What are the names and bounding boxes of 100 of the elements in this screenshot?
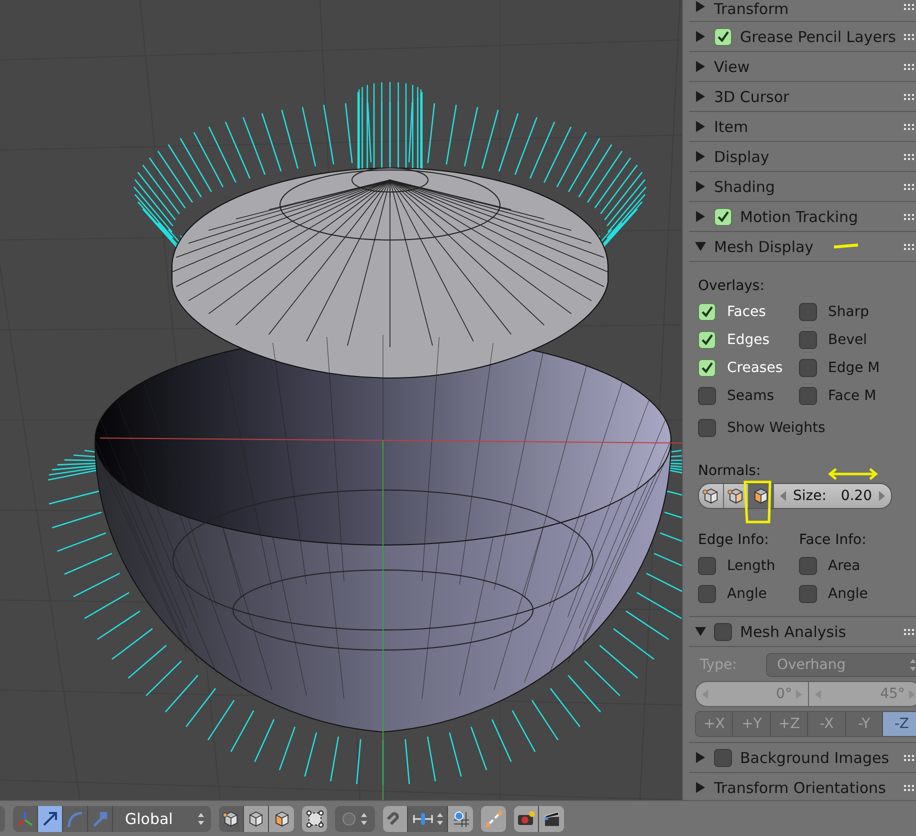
checkbox[interactable]: [698, 585, 716, 603]
panel-title[interactable]: Background Images: [740, 748, 896, 766]
double-arrow: [826, 466, 880, 482]
triangle-right-icon[interactable]: [695, 91, 706, 102]
circle-icon: [340, 810, 370, 828]
checkbox[interactable]: [698, 331, 716, 349]
highlight-stroke: [832, 242, 860, 250]
triangle-down-icon[interactable]: [695, 241, 706, 252]
checkbox[interactable]: [799, 303, 817, 321]
clapperboard-button[interactable]: [539, 806, 564, 832]
grip-icon[interactable]: [904, 154, 916, 160]
dashed-square-button[interactable]: [302, 806, 327, 832]
ruler-icon: [410, 810, 444, 828]
select-mode-button[interactable]: [244, 806, 269, 832]
checkbox-label: Angle: [727, 586, 767, 602]
checkbox[interactable]: [714, 208, 732, 226]
panel-title[interactable]: Shading: [714, 178, 896, 196]
checkbox[interactable]: [799, 387, 817, 405]
checkbox[interactable]: [799, 585, 817, 603]
section-label: Normals:: [698, 463, 761, 479]
checkbox[interactable]: [799, 359, 817, 377]
grip-icon[interactable]: [904, 34, 916, 40]
checkbox[interactable]: [714, 748, 732, 766]
checkmark-icon: [699, 360, 715, 376]
panel-title[interactable]: 3D Cursor: [714, 88, 896, 106]
checkmark-icon: [715, 28, 731, 44]
checkmark-icon: [699, 332, 715, 348]
grid-snap-button[interactable]: [448, 806, 473, 832]
arrows-button[interactable]: [481, 806, 506, 832]
type-dropdown[interactable]: Overhang: [766, 653, 916, 677]
up-down-arrows-icon: [197, 812, 205, 826]
grip-icon[interactable]: [904, 214, 916, 220]
grip-icon[interactable]: [904, 64, 916, 70]
triangle-right-icon[interactable]: [695, 1, 706, 12]
panel-title[interactable]: Display: [714, 148, 896, 166]
orientation-dropdown[interactable]: Global: [113, 806, 211, 832]
arc-icon: [66, 810, 84, 828]
checkbox[interactable]: [714, 622, 732, 640]
checkbox-label: Edges: [727, 332, 770, 348]
triangle-right-icon[interactable]: [695, 151, 706, 162]
triangle-right-icon[interactable]: [695, 61, 706, 72]
grip-icon[interactable]: [904, 94, 916, 100]
manipulator-button[interactable]: [63, 806, 88, 832]
panel-title[interactable]: Transform Orientations: [714, 778, 896, 796]
triangle-right-icon[interactable]: [695, 181, 706, 192]
manipulator-button[interactable]: [38, 806, 63, 832]
cube-icon: [272, 810, 290, 828]
checkbox-label: Faces: [727, 304, 766, 320]
checkmark-icon: [699, 304, 715, 320]
checkbox[interactable]: [698, 303, 716, 321]
grip-icon[interactable]: [904, 4, 916, 10]
checkbox[interactable]: [799, 331, 817, 349]
triangle-down-icon[interactable]: [695, 626, 706, 637]
checkbox[interactable]: [799, 557, 817, 575]
checkbox[interactable]: [698, 359, 716, 377]
triangle-right-icon[interactable]: [695, 31, 706, 42]
checkbox[interactable]: [698, 387, 716, 405]
pivot-dropdown[interactable]: [335, 806, 375, 832]
axis-button[interactable]: -Y: [846, 712, 884, 736]
section-label: Overlays:: [698, 278, 766, 294]
manipulator-button[interactable]: [88, 806, 113, 832]
axis-button[interactable]: +Y: [733, 712, 771, 736]
triangle-right-icon[interactable]: [695, 121, 706, 132]
diagonal-arrows-icon: [484, 810, 502, 828]
panel-title[interactable]: View: [714, 58, 896, 76]
grip-icon[interactable]: [904, 124, 916, 130]
checkbox-label: Sharp: [828, 304, 869, 320]
grip-icon[interactable]: [904, 784, 916, 790]
grip-icon[interactable]: [904, 184, 916, 190]
axis-button[interactable]: +Z: [770, 712, 808, 736]
checkbox[interactable]: [698, 557, 716, 575]
select-mode-button[interactable]: [219, 806, 244, 832]
checkbox-label: Bevel: [828, 332, 868, 348]
checkbox[interactable]: [714, 28, 732, 46]
checkbox-label: Edge M: [828, 360, 880, 376]
magnet-button[interactable]: [383, 806, 408, 832]
checkbox[interactable]: [698, 419, 716, 437]
snap-dropdown[interactable]: [408, 806, 448, 832]
panel-title[interactable]: Item: [714, 118, 896, 136]
triangle-right-icon[interactable]: [695, 752, 706, 763]
camera-icon: [517, 810, 535, 828]
cube-icon: [222, 810, 240, 828]
axis-button[interactable]: -Z: [883, 712, 916, 736]
section-label: Face Info:: [799, 532, 868, 548]
camera-button[interactable]: [514, 806, 539, 832]
panel-title[interactable]: Grease Pencil Layers: [740, 28, 896, 46]
panel-title[interactable]: Mesh Analysis: [740, 622, 896, 640]
axis-button[interactable]: -X: [808, 712, 846, 736]
manipulator-button[interactable]: [13, 806, 38, 832]
grip-icon[interactable]: [904, 244, 916, 250]
panel-title[interactable]: Motion Tracking: [740, 208, 896, 226]
grip-icon[interactable]: [904, 628, 916, 634]
panel-title[interactable]: Mesh Display: [714, 238, 896, 256]
checkbox-label: Face M: [828, 388, 876, 404]
triangle-right-icon[interactable]: [695, 211, 706, 222]
grip-icon[interactable]: [904, 754, 916, 760]
select-mode-button[interactable]: [269, 806, 294, 832]
triangle-right-icon[interactable]: [695, 782, 706, 793]
panel-title[interactable]: Transform: [714, 0, 896, 18]
axis-button[interactable]: +X: [696, 712, 734, 736]
